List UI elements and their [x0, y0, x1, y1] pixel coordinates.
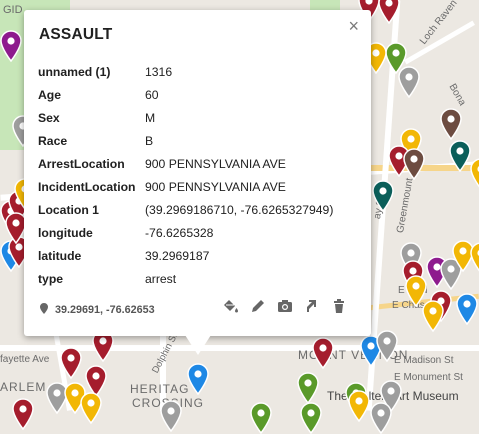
field-key: Location 1 — [38, 203, 99, 217]
map-marker[interactable] — [250, 402, 272, 434]
pencil-icon[interactable] — [250, 298, 266, 314]
close-icon[interactable]: × — [348, 17, 359, 35]
field-key: longitude — [38, 226, 93, 240]
map-marker[interactable] — [370, 402, 392, 434]
map-label: fayette Ave — [0, 354, 50, 365]
map-label: E Madison St — [394, 355, 454, 366]
info-popup: ASSAULT × unnamed (1) 1316 Age 60 Sex M Rac… — [24, 10, 371, 336]
coordinates-readout: 39.29691, -76.62653 — [40, 303, 155, 317]
field-key: Age — [38, 88, 62, 102]
map-marker[interactable] — [348, 390, 370, 422]
map-marker[interactable] — [398, 66, 420, 98]
field-value: M — [145, 111, 156, 125]
popup-title: ASSAULT — [39, 26, 113, 43]
map-marker[interactable] — [440, 108, 462, 140]
style-arrow-icon[interactable] — [304, 298, 320, 314]
camera-icon[interactable] — [277, 298, 293, 314]
map-label: ARLEM — [0, 380, 47, 394]
map-marker[interactable] — [60, 347, 82, 379]
paint-bucket-icon[interactable] — [223, 298, 239, 314]
map-marker[interactable] — [80, 392, 102, 424]
field-value: 39.2969187 — [145, 249, 210, 263]
map-marker[interactable] — [160, 400, 182, 432]
field-value: 900 PENNSYLVANIA AVE — [145, 157, 286, 171]
map-marker[interactable] — [372, 180, 394, 212]
popup-toolbar — [223, 298, 347, 314]
map-label: Greenmount — [395, 177, 416, 234]
field-key: IncidentLocation — [38, 180, 136, 194]
popup-tail — [185, 335, 211, 355]
coordinates-text: 39.29691, -76.62653 — [55, 304, 155, 316]
field-key: Race — [38, 134, 68, 148]
map-label: E Monument St — [394, 372, 463, 383]
map-marker[interactable] — [0, 30, 22, 62]
field-value: 900 PENNSYLVANIA AVE — [145, 180, 286, 194]
field-key: unnamed (1) — [38, 65, 111, 79]
field-value: arrest — [145, 272, 177, 286]
map-marker[interactable] — [12, 398, 34, 430]
map-marker[interactable] — [312, 337, 334, 369]
location-pin-icon — [40, 303, 48, 317]
field-key: latitude — [38, 249, 82, 263]
map-marker[interactable] — [470, 242, 479, 274]
field-value: 60 — [145, 88, 159, 102]
map-marker[interactable] — [378, 0, 400, 24]
map-marker[interactable] — [376, 330, 398, 362]
map-marker[interactable] — [422, 300, 444, 332]
map-label: HERITAG — [130, 382, 190, 396]
map-label: GID — [3, 4, 23, 16]
field-value: 1316 — [145, 65, 173, 79]
field-key: Sex — [38, 111, 60, 125]
field-value: B — [145, 134, 154, 148]
field-key: ArrestLocation — [38, 157, 125, 171]
map-marker[interactable] — [403, 148, 425, 180]
map-marker[interactable] — [470, 158, 479, 190]
field-value: -76.6265328 — [145, 226, 214, 240]
trash-icon[interactable] — [331, 298, 347, 314]
map-marker[interactable] — [300, 402, 322, 434]
map-label: Bona — [446, 82, 468, 108]
field-key: type — [38, 272, 64, 286]
map-marker[interactable] — [456, 293, 478, 325]
field-value: (39.2969186710, -76.6265327949) — [145, 203, 334, 217]
map-marker[interactable] — [187, 363, 209, 395]
map-marker[interactable] — [449, 140, 471, 172]
map-marker[interactable] — [297, 372, 319, 404]
